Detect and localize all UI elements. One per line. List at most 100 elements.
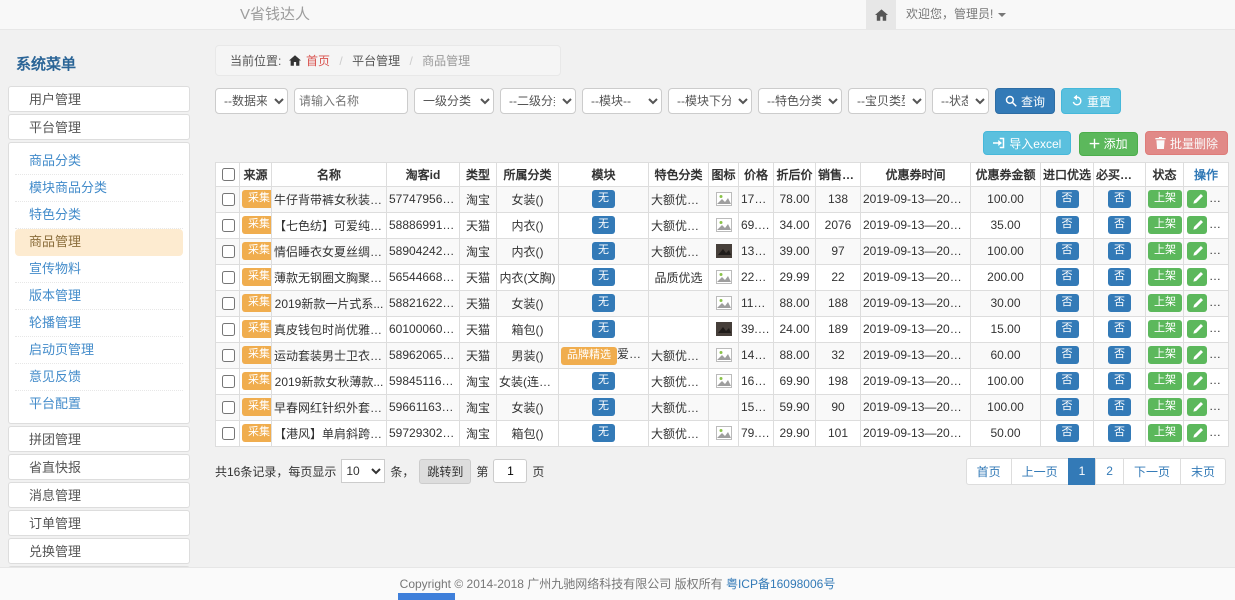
breadcrumb-home-link[interactable]: 首页	[306, 54, 330, 68]
per-page-select[interactable]: 10	[341, 459, 385, 483]
edit-button[interactable]	[1187, 372, 1207, 390]
import-select-badge[interactable]: 否	[1056, 346, 1079, 363]
sidebar-subitem-8[interactable]: 启动页管理	[15, 337, 183, 364]
sidebar-subitem-2[interactable]: 模块商品分类	[15, 175, 183, 202]
status-badge[interactable]: 上架	[1148, 294, 1182, 311]
status-badge[interactable]: 上架	[1148, 320, 1182, 337]
import-select-badge[interactable]: 否	[1056, 398, 1079, 415]
home-button[interactable]	[866, 0, 896, 29]
page-button-5[interactable]: 下一页	[1123, 458, 1181, 485]
sidebar-item-3[interactable]: 拼团管理	[8, 426, 190, 452]
page-button-3[interactable]: 1	[1068, 458, 1097, 485]
status-badge[interactable]: 上架	[1148, 242, 1182, 259]
cell-name: 【港风】单肩斜跨链条...	[272, 420, 387, 446]
edit-button[interactable]	[1187, 398, 1207, 416]
row-checkbox[interactable]	[222, 427, 235, 440]
must-buy-badge[interactable]: 否	[1108, 346, 1131, 363]
must-buy-badge[interactable]: 否	[1108, 242, 1131, 259]
cell-discount_price: 39.00	[774, 238, 816, 264]
sidebar-subitem-9[interactable]: 意见反馈	[15, 364, 183, 391]
import-select-badge[interactable]: 否	[1056, 242, 1079, 259]
status-badge[interactable]: 上架	[1148, 346, 1182, 363]
page-button-6[interactable]: 末页	[1180, 458, 1226, 485]
page-number-input[interactable]	[493, 459, 527, 483]
status-badge[interactable]: 上架	[1148, 190, 1182, 207]
row-checkbox[interactable]	[222, 401, 235, 414]
sidebar-item-6[interactable]: 订单管理	[8, 510, 190, 536]
edit-button[interactable]	[1187, 216, 1207, 234]
sidebar-item-2[interactable]: 平台管理	[8, 114, 190, 140]
row-checkbox[interactable]	[222, 271, 235, 284]
edit-button[interactable]	[1187, 268, 1207, 286]
select-all-checkbox[interactable]	[222, 168, 235, 181]
filter-module-select[interactable]: --模块--	[582, 88, 662, 114]
must-buy-badge[interactable]: 否	[1108, 216, 1131, 233]
sidebar-subitem-4[interactable]: 商品管理	[15, 229, 183, 256]
sidebar-item-7[interactable]: 兑换管理	[8, 538, 190, 564]
row-checkbox[interactable]	[222, 375, 235, 388]
row-checkbox[interactable]	[222, 297, 235, 310]
filter-feature-select[interactable]: --特色分类--	[758, 88, 842, 114]
reset-button[interactable]: 重置	[1061, 88, 1121, 114]
must-buy-badge[interactable]: 否	[1108, 294, 1131, 311]
row-checkbox[interactable]	[222, 219, 235, 232]
sidebar-subitem-5[interactable]: 宣传物料	[15, 256, 183, 283]
page-button-2[interactable]: 上一页	[1011, 458, 1069, 485]
filter-name-input[interactable]	[294, 88, 408, 114]
must-buy-badge[interactable]: 否	[1108, 424, 1131, 441]
add-button[interactable]: 添加	[1079, 132, 1138, 156]
row-checkbox[interactable]	[222, 349, 235, 362]
filter-module-sub-select[interactable]: --模块下分类--	[668, 88, 752, 114]
sidebar-subitem-6[interactable]: 版本管理	[15, 283, 183, 310]
import-excel-button[interactable]: 导入excel	[983, 131, 1071, 155]
sidebar-subitem-10[interactable]: 平台配置	[15, 391, 183, 418]
edit-button[interactable]	[1187, 242, 1207, 260]
import-select-badge[interactable]: 否	[1056, 190, 1079, 207]
must-buy-badge[interactable]: 否	[1108, 268, 1131, 285]
edit-button[interactable]	[1187, 320, 1207, 338]
must-buy-badge[interactable]: 否	[1108, 398, 1131, 415]
batch-delete-button[interactable]: 批量删除	[1145, 131, 1228, 155]
sidebar-subitem-7[interactable]: 轮播管理	[15, 310, 183, 337]
sidebar-subitem-1[interactable]: 商品分类	[15, 148, 183, 175]
filter-item-type-select[interactable]: --宝贝类型--	[848, 88, 926, 114]
sidebar-item-1[interactable]: 用户管理	[8, 86, 190, 112]
status-badge[interactable]: 上架	[1148, 216, 1182, 233]
filter-category-l2-select[interactable]: --二级分类--	[500, 88, 576, 114]
sidebar-subitem-3[interactable]: 特色分类	[15, 202, 183, 229]
must-buy-badge[interactable]: 否	[1108, 190, 1131, 207]
sidebar-item-4[interactable]: 省直快报	[8, 454, 190, 480]
import-select-badge[interactable]: 否	[1056, 216, 1079, 233]
status-badge[interactable]: 上架	[1148, 398, 1182, 415]
cell-coupon_time: 2019-09-13—2019-09-17	[861, 264, 971, 290]
filter-data-source-select[interactable]: --数据来源--	[215, 88, 288, 114]
edit-button[interactable]	[1187, 424, 1207, 442]
import-select-badge[interactable]: 否	[1056, 424, 1079, 441]
page-button-1[interactable]: 首页	[966, 458, 1012, 485]
filter-category-l1-select[interactable]: 一级分类	[414, 88, 494, 114]
icp-link[interactable]: 粤ICP备16098006号	[726, 577, 835, 591]
module-badge: 无	[592, 190, 615, 207]
cell-must_buy: 否	[1094, 186, 1146, 212]
must-buy-badge[interactable]: 否	[1108, 320, 1131, 337]
filter-status-select[interactable]: --状态--	[932, 88, 989, 114]
import-select-badge[interactable]: 否	[1056, 294, 1079, 311]
status-badge[interactable]: 上架	[1148, 268, 1182, 285]
search-button[interactable]: 查询	[995, 88, 1055, 114]
row-checkbox[interactable]	[222, 245, 235, 258]
edit-button[interactable]	[1187, 294, 1207, 312]
jump-to-button[interactable]: 跳转到	[419, 459, 471, 484]
edit-button[interactable]	[1187, 190, 1207, 208]
user-menu[interactable]: 欢迎您，管理员!	[906, 0, 1006, 29]
import-select-badge[interactable]: 否	[1056, 320, 1079, 337]
must-buy-badge[interactable]: 否	[1108, 372, 1131, 389]
import-select-badge[interactable]: 否	[1056, 268, 1079, 285]
page-button-4[interactable]: 2	[1095, 458, 1124, 485]
status-badge[interactable]: 上架	[1148, 424, 1182, 441]
sidebar-item-5[interactable]: 消息管理	[8, 482, 190, 508]
import-select-badge[interactable]: 否	[1056, 372, 1079, 389]
status-badge[interactable]: 上架	[1148, 372, 1182, 389]
edit-button[interactable]	[1187, 346, 1207, 364]
row-checkbox[interactable]	[222, 323, 235, 336]
row-checkbox[interactable]	[222, 193, 235, 206]
